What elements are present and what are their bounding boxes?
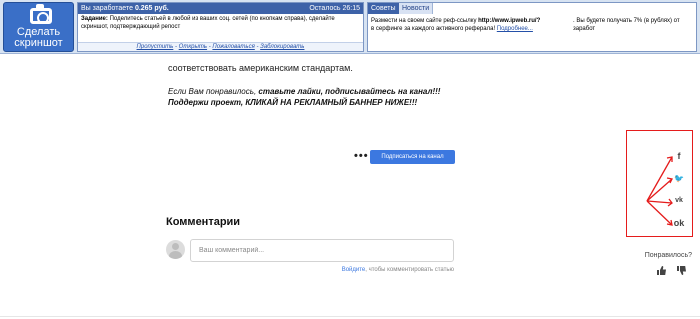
news-text: Размести на своем сайте реф-ссылку http:…: [371, 18, 541, 32]
earnings-panel: Вы заработаете 0.265 руб. Осталось 26:15…: [77, 2, 364, 52]
login-link[interactable]: Войдите: [342, 267, 366, 273]
more-link[interactable]: Подробнее...: [497, 26, 533, 32]
report-link[interactable]: Пожаловаться: [212, 44, 254, 50]
more-options-icon[interactable]: •••: [354, 150, 369, 162]
tab-advice[interactable]: Советы: [368, 3, 399, 14]
odnoklassniki-icon[interactable]: ok: [673, 217, 685, 229]
screenshot-button[interactable]: Сделать скриншот: [3, 2, 74, 52]
block-link[interactable]: Заблокировать: [260, 44, 304, 50]
referral-url: http://www.ipweb.ru/?: [478, 18, 541, 24]
liked-label: Понравилось?: [644, 252, 692, 259]
tab-news[interactable]: Новости: [399, 3, 434, 14]
time-remaining: Осталось 26:15: [309, 5, 360, 12]
comment-input[interactable]: [190, 239, 454, 262]
twitter-icon[interactable]: 🐦: [673, 173, 685, 185]
news-text-continued: . Вы будете получать 7% (в рублях) от за…: [573, 18, 680, 32]
article-text: соответствовать американским стандартам.: [168, 63, 353, 73]
screenshot-button-label: Сделать скриншот: [14, 26, 63, 49]
task-label: Задание:: [81, 16, 108, 22]
surf-toolbar: Сделать скриншот Вы заработаете 0.265 ру…: [0, 0, 700, 54]
divider: [0, 316, 700, 317]
vk-icon[interactable]: vk: [673, 195, 685, 207]
skip-link[interactable]: Пропустить: [137, 44, 174, 50]
news-tabs: Советы Новости: [368, 3, 696, 14]
earnings-header: Вы заработаете 0.265 руб. Осталось 26:15: [78, 3, 363, 14]
comments-title: Комментарии: [166, 216, 241, 228]
camera-icon: [30, 4, 52, 24]
thumbs-down-icon[interactable]: [676, 265, 687, 276]
login-hint: Войдите, чтобы комментировать статью: [341, 267, 454, 273]
facebook-icon[interactable]: f: [673, 150, 685, 162]
news-panel: Советы Новости Размести на своем сайте р…: [367, 2, 697, 52]
cta-banner: Поддержи проект, КЛИКАЙ НА РЕКЛАМНЫЙ БАН…: [168, 98, 418, 107]
avatar: [166, 240, 185, 259]
thumbs-up-icon[interactable]: [656, 265, 667, 276]
subscribe-button[interactable]: Подписаться на канал: [370, 150, 455, 164]
earned-prefix: Вы заработаете: [81, 5, 133, 12]
task-text: Поделитесь статьей в любой из ваших соц.…: [81, 16, 335, 30]
earned-amount: 0.265 руб.: [134, 5, 169, 12]
task-links: Пропустить - Открыть - Пожаловаться - За…: [78, 42, 363, 51]
task-description: Задание: Поделитесь статьей в любой из в…: [78, 14, 363, 42]
open-link[interactable]: Открыть: [179, 44, 207, 50]
